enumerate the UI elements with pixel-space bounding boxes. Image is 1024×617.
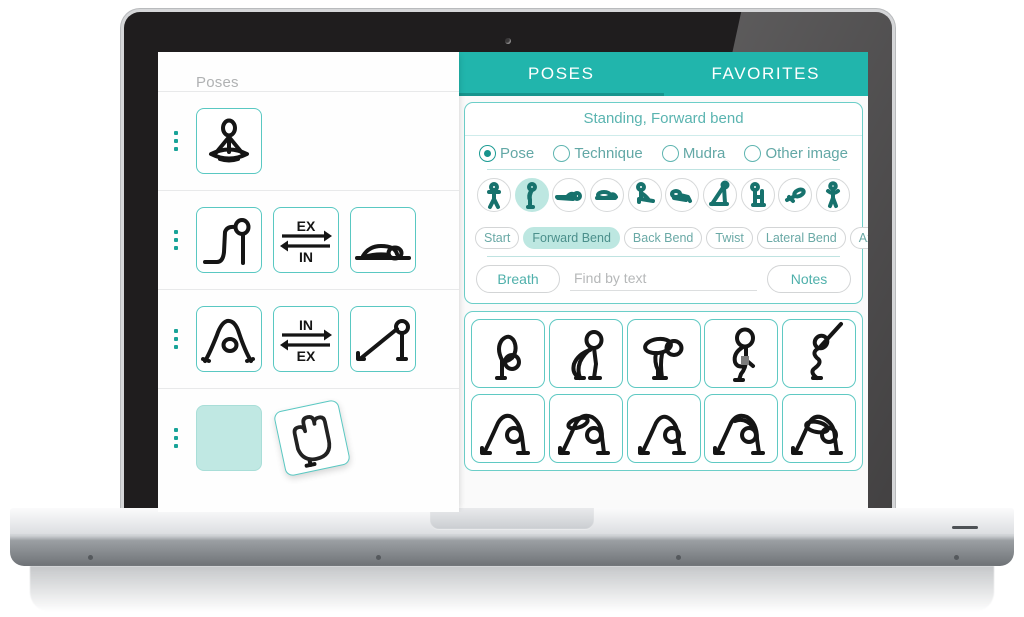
tab-poses[interactable]: POSES <box>459 52 664 96</box>
search-input[interactable] <box>570 267 757 291</box>
radio-dot-icon <box>744 145 762 162</box>
sequence-row[interactable]: EX IN <box>158 190 459 289</box>
position-icon-seated[interactable] <box>627 178 662 212</box>
position-icon-arm-support[interactable] <box>778 178 813 212</box>
webcam-icon <box>505 38 511 44</box>
position-icon-standing-twist[interactable] <box>815 178 850 212</box>
position-icon-forward-bend[interactable] <box>514 178 549 212</box>
sequence-row[interactable] <box>158 388 459 487</box>
drop-target-slot[interactable] <box>196 405 262 471</box>
radio-dot-icon <box>479 145 496 162</box>
result-pose-tile[interactable] <box>471 394 545 463</box>
position-icon-standing[interactable] <box>477 178 511 212</box>
radio-dot-icon <box>661 145 679 162</box>
svg-text:IN: IN <box>299 317 313 333</box>
breath-tile-ex-in[interactable]: EX IN <box>273 207 339 273</box>
position-icon-kneeling[interactable] <box>665 178 700 212</box>
position-icon-prone[interactable] <box>589 178 624 212</box>
pose-tile-prone-rest[interactable] <box>350 207 416 273</box>
breath-button[interactable]: Breath <box>476 265 560 293</box>
chip-lateral-bend[interactable]: Lateral Bend <box>756 227 846 249</box>
radio-dot-icon <box>553 145 571 162</box>
chip-axial-extension[interactable]: Axial Extension <box>849 227 868 249</box>
sequence-row[interactable] <box>158 91 459 190</box>
sequence-sidebar: Poses EX IN IN EX <box>158 52 459 512</box>
pose-tile-downward-dog[interactable] <box>196 306 262 372</box>
panel-tabs: POSES FAVORITES <box>459 52 868 96</box>
sequence-row[interactable]: IN EX <box>158 289 459 388</box>
laptop-base <box>10 508 1014 566</box>
base-foot <box>954 555 959 560</box>
chip-start[interactable]: Start <box>475 227 520 249</box>
pose-tile-cobra[interactable] <box>196 207 262 273</box>
result-pose-tile[interactable] <box>704 394 779 463</box>
position-icon-chair[interactable] <box>740 178 775 212</box>
library-panel: POSES FAVORITES Standing, Forward bend P… <box>459 52 868 512</box>
position-icon-supine[interactable] <box>552 178 587 212</box>
app-window: Poses EX IN IN EX POSES FAVORITES Standi… <box>158 52 868 512</box>
radio-pose[interactable]: Pose <box>479 145 534 162</box>
laptop-screen: Poses EX IN IN EX POSES FAVORITES Standi… <box>158 52 868 512</box>
base-reflection <box>30 566 994 612</box>
result-pose-tile[interactable] <box>548 319 623 388</box>
movement-chip-row: Start Forward Bend Back Bend Twist Later… <box>465 219 868 256</box>
svg-text:EX: EX <box>297 218 316 234</box>
pose-tile-inclined-plank[interactable] <box>350 306 416 372</box>
result-pose-tile[interactable] <box>626 394 701 463</box>
chip-twist[interactable]: Twist <box>706 227 753 249</box>
panel-body: Standing, Forward bend Pose Technique Mu… <box>459 96 868 512</box>
position-icon-row <box>465 170 862 219</box>
svg-text:EX: EX <box>297 348 316 364</box>
result-pose-tile[interactable] <box>626 319 701 388</box>
page-title: Poses <box>196 74 239 91</box>
result-pose-tile[interactable] <box>782 319 856 388</box>
svg-text:IN: IN <box>299 249 313 265</box>
notes-button[interactable]: Notes <box>767 265 851 293</box>
radio-mudra[interactable]: Mudra <box>661 145 726 162</box>
chip-forward-bend[interactable]: Forward Bend <box>523 227 620 249</box>
base-foot <box>676 555 681 560</box>
pose-tile-lotus[interactable] <box>196 108 262 174</box>
filter-card-title: Standing, Forward bend <box>465 103 862 136</box>
drag-handle-icon[interactable] <box>174 329 178 349</box>
grab-hand-icon <box>292 415 332 462</box>
position-icon-inverted[interactable] <box>702 178 737 212</box>
pose-results-grid <box>464 311 863 471</box>
image-type-radio-group: Pose Technique Mudra Other image <box>465 136 862 169</box>
result-pose-tile[interactable] <box>548 394 623 463</box>
radio-label: Other image <box>765 145 848 162</box>
drag-handle-icon[interactable] <box>174 131 178 151</box>
radio-label: Technique <box>574 145 643 162</box>
base-foot <box>88 555 93 560</box>
result-pose-tile[interactable] <box>471 319 545 388</box>
breath-tile-in-ex[interactable]: IN EX <box>273 306 339 372</box>
base-foot <box>376 555 381 560</box>
result-pose-tile[interactable] <box>704 319 779 388</box>
results-row <box>471 394 856 463</box>
search-row: Breath Notes <box>465 257 862 303</box>
chip-back-bend[interactable]: Back Bend <box>623 227 703 249</box>
radio-other-image[interactable]: Other image <box>744 145 848 162</box>
drag-handle-icon[interactable] <box>174 428 178 448</box>
screenshot-stage: Poses EX IN IN EX POSES FAVORITES Standi… <box>0 0 1024 617</box>
radio-technique[interactable]: Technique <box>553 145 643 162</box>
base-side-slot <box>952 526 978 529</box>
tab-favorites[interactable]: FAVORITES <box>664 52 869 96</box>
result-pose-tile[interactable] <box>782 394 856 463</box>
radio-label: Mudra <box>682 145 726 162</box>
laptop-lid: Poses EX IN IN EX POSES FAVORITES Standi… <box>124 12 892 512</box>
filter-card: Standing, Forward bend Pose Technique Mu… <box>464 102 868 304</box>
dragged-pose-tile[interactable] <box>272 398 352 478</box>
results-row <box>471 319 856 388</box>
drag-handle-icon[interactable] <box>174 230 178 250</box>
radio-label: Pose <box>500 145 535 162</box>
